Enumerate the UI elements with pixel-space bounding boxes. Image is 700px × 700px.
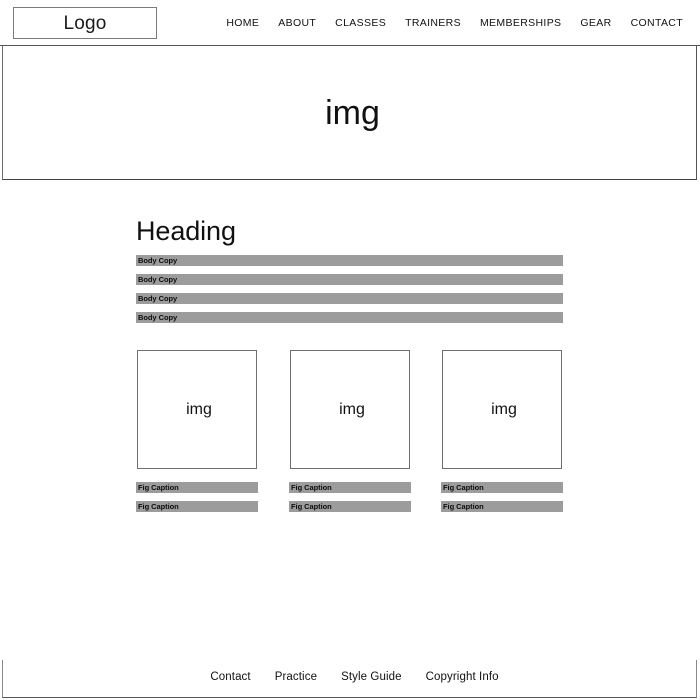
site-header: Logo HOME ABOUT CLASSES TRAINERS MEMBERS… — [0, 0, 700, 46]
footer-link-copyright-info[interactable]: Copyright Info — [426, 671, 499, 684]
body-copy-label: Body Copy — [138, 312, 178, 322]
card-img-label: img — [491, 400, 517, 418]
fig-caption-bar: Fig Caption — [289, 482, 411, 493]
nav-item-gear[interactable]: GEAR — [580, 17, 611, 29]
nav-item-classes[interactable]: CLASSES — [335, 17, 386, 29]
nav-item-trainers[interactable]: TRAINERS — [405, 17, 461, 29]
card-img-label: img — [186, 400, 212, 418]
body-copy-bar: Body Copy — [136, 312, 563, 323]
body-copy-bar: Body Copy — [136, 255, 563, 266]
fig-caption-bar: Fig Caption — [136, 482, 258, 493]
body-copy-label: Body Copy — [138, 293, 178, 303]
footer-link-style-guide[interactable]: Style Guide — [341, 671, 402, 684]
fig-caption-label: Fig Caption — [138, 482, 179, 492]
main-navigation: HOME ABOUT CLASSES TRAINERS MEMBERSHIPS … — [226, 0, 683, 46]
fig-caption-label: Fig Caption — [138, 501, 179, 511]
nav-item-memberships[interactable]: MEMBERSHIPS — [480, 17, 561, 29]
nav-item-contact[interactable]: CONTACT — [631, 17, 683, 29]
fig-caption-label: Fig Caption — [443, 501, 484, 511]
fig-caption-bar: Fig Caption — [441, 482, 563, 493]
nav-item-home[interactable]: HOME — [226, 17, 259, 29]
page-heading: Heading — [136, 216, 236, 246]
card-img-label: img — [339, 400, 365, 418]
footer-link-group: Contact Practice Style Guide Copyright I… — [200, 671, 498, 684]
fig-caption-bar: Fig Caption — [289, 501, 411, 512]
hero-image-placeholder: img — [2, 46, 697, 180]
body-copy-bar: Body Copy — [136, 293, 563, 304]
footer-link-practice[interactable]: Practice — [275, 671, 317, 684]
fig-caption-label: Fig Caption — [291, 501, 332, 511]
fig-caption-bar: Fig Caption — [441, 501, 563, 512]
body-copy-label: Body Copy — [138, 255, 178, 265]
body-copy-bar: Body Copy — [136, 274, 563, 285]
nav-item-about[interactable]: ABOUT — [278, 17, 316, 29]
logo[interactable]: Logo — [13, 7, 157, 39]
site-footer: Contact Practice Style Guide Copyright I… — [2, 660, 697, 698]
fig-caption-bar: Fig Caption — [136, 501, 258, 512]
card-image-placeholder: img — [137, 350, 257, 469]
logo-label: Logo — [63, 12, 107, 34]
footer-link-contact[interactable]: Contact — [210, 671, 250, 684]
card-image-placeholder: img — [442, 350, 562, 469]
body-copy-label: Body Copy — [138, 274, 178, 284]
fig-caption-label: Fig Caption — [443, 482, 484, 492]
card-image-placeholder: img — [290, 350, 410, 469]
fig-caption-label: Fig Caption — [291, 482, 332, 492]
hero-img-label: img — [325, 93, 380, 132]
wireframe-page: Logo HOME ABOUT CLASSES TRAINERS MEMBERS… — [0, 0, 700, 700]
